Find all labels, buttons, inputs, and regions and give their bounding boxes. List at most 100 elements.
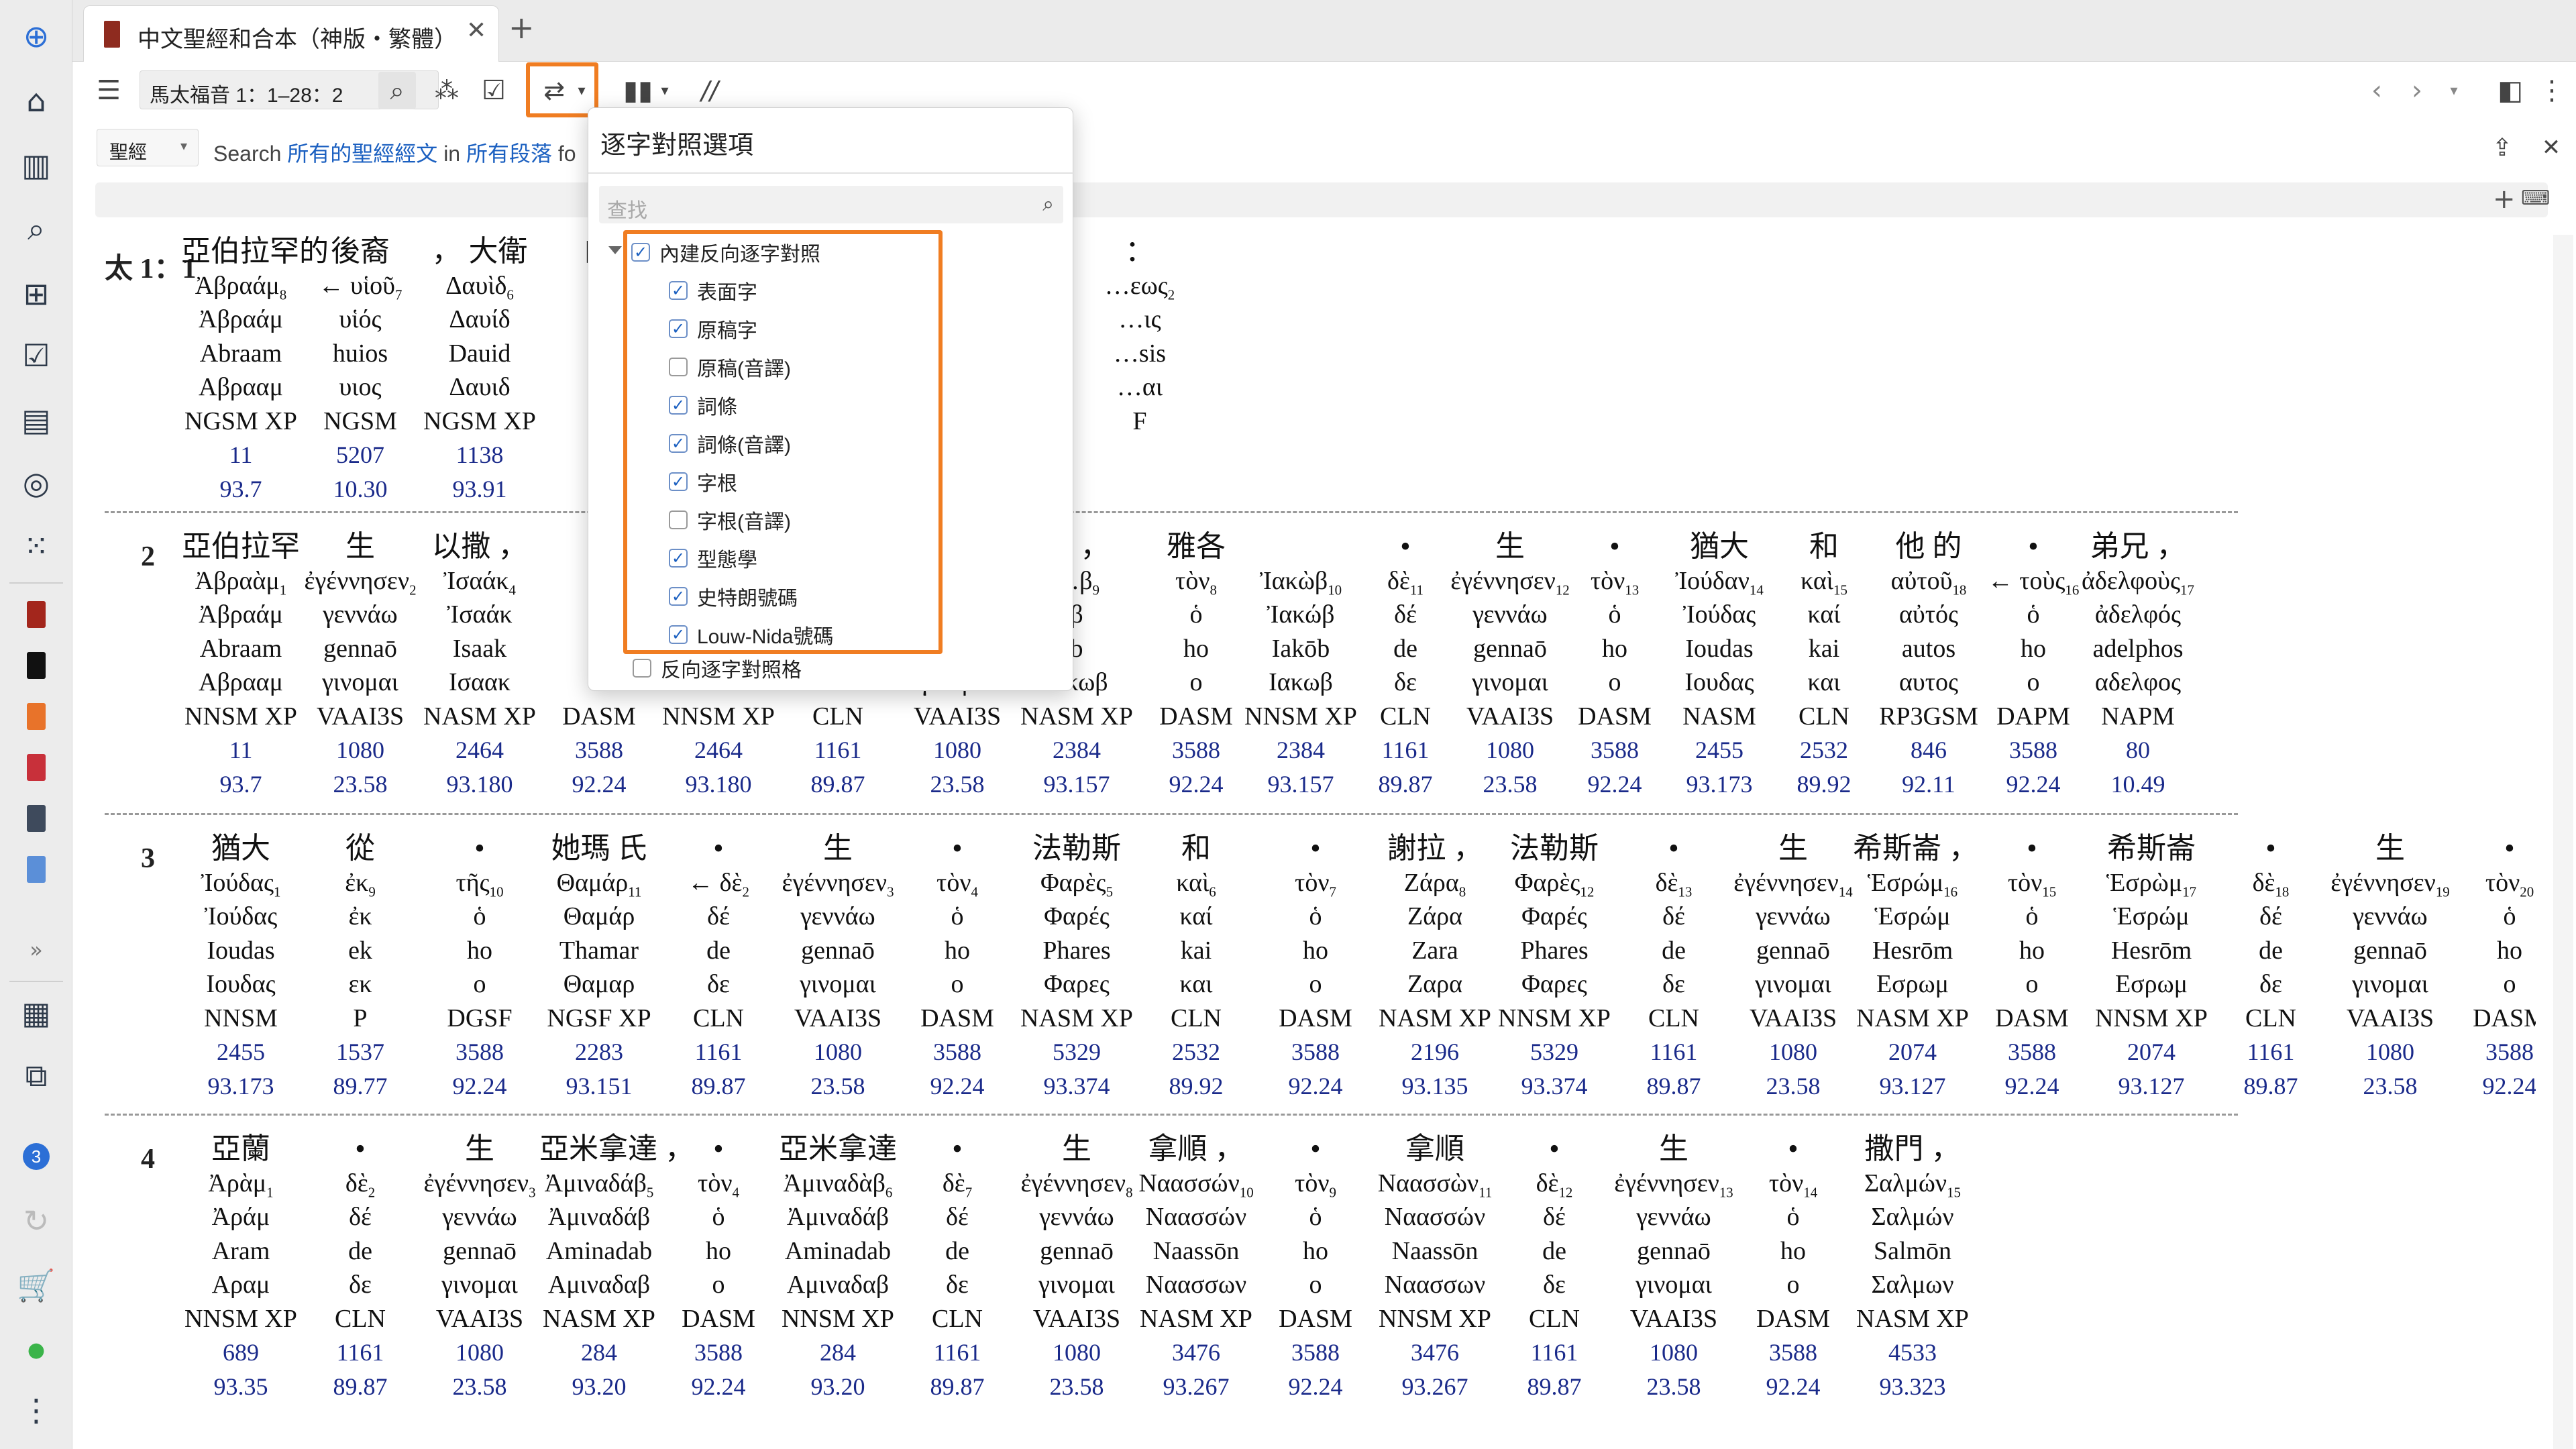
interlinear-word[interactable]: 生 ἐγέννησεν2 γεννάω gennaō γινομαι VAAI3S 1080… xyxy=(301,530,420,801)
user-icon[interactable]: ● xyxy=(16,1330,56,1370)
interlinear-word[interactable]: 從 ἐκ9 ἐκ ek εκ P 1537 89.77 xyxy=(301,832,420,1103)
checkbox[interactable] xyxy=(669,511,688,529)
checkbox[interactable]: ✓ xyxy=(669,281,688,300)
interlinear-word[interactable]: • τὸν14 ὁ ho ο DASM 3588 92.24 xyxy=(1733,1132,1853,1403)
interlinear-word[interactable]: • τὸν9 ὁ ho ο DASM 3588 92.24 xyxy=(1256,1132,1375,1403)
interlinear-word[interactable]: • τὸν13 ὁ ho ο DASM 3588 92.24 xyxy=(1555,530,1674,801)
interlinear-word[interactable]: • τὸν4 ὁ ho ο DASM 3588 92.24 xyxy=(898,832,1017,1103)
interlinear-word[interactable]: ， 大衛 Δαυὶδ6 Δαυίδ Dauid Δαυιδ NGSM XP 1138 93.9… xyxy=(420,235,539,506)
interlinear-word[interactable]: 生 ἐγέννησεν12 γεννάω gennaō γινομαι VAAI3S 108… xyxy=(1450,530,1570,801)
add-tab-icon[interactable]: + xyxy=(508,9,535,46)
search-icon[interactable]: ⌕ xyxy=(16,209,56,250)
interlinear-word[interactable]: 猶大 Ἰούδας1 Ἰούδας Ioudas Ιουδας NNSM 2455 93.17… xyxy=(181,832,301,1103)
panel-menu-icon[interactable]: ☰ xyxy=(91,72,126,109)
interlinear-word[interactable]: • τὸν4 ὁ ho ο DASM 3588 92.24 xyxy=(659,1132,778,1403)
parallel-columns-icon[interactable]: ▮▮ xyxy=(621,72,655,109)
command-bar[interactable]: + ⌨ xyxy=(95,182,2550,217)
resource-book-icon[interactable] xyxy=(27,754,46,781)
scope-link[interactable]: 所有的聖經經文 xyxy=(287,142,437,166)
interlinear-word[interactable]: 後裔 ← υἱοῦ7 υἱός huios υιος NGSM 5207 10.30 xyxy=(301,235,420,506)
option-item[interactable]: ✓ 表面字 xyxy=(669,274,757,307)
cart-icon[interactable]: 🛒 xyxy=(16,1265,56,1305)
option-item[interactable]: ✓ 字根 xyxy=(669,465,737,498)
option-item[interactable]: ✓ 詞條(音譯) xyxy=(669,427,791,460)
expand-sidebar-icon[interactable]: » xyxy=(16,930,56,970)
section-link[interactable]: 所有段落 xyxy=(466,142,552,166)
more-vertical-icon[interactable]: ⋮ xyxy=(16,1390,56,1430)
split-panel-icon[interactable]: ◧ xyxy=(2491,72,2529,109)
checkbox[interactable]: ✓ xyxy=(669,625,688,644)
verse-number[interactable]: 2 xyxy=(141,541,155,573)
add-icon[interactable]: + xyxy=(2493,184,2516,215)
interlinear-word[interactable]: • τὸν7 ὁ ho ο DASM 3588 92.24 xyxy=(1256,832,1375,1103)
bible-scope-dropdown[interactable]: 聖經 ▾ xyxy=(97,129,199,166)
interlinear-word[interactable]: 生 ἐγέννησεν14 γεννάω gennaō γινομαι VAAI3S 108… xyxy=(1733,832,1853,1103)
checkbox[interactable] xyxy=(633,659,651,678)
interlinear-word[interactable]: 亞蘭 Ἀρὰμ1 Ἀράμ Aram Αραμ NNSM XP 689 93.35 xyxy=(181,1132,301,1403)
interlinear-word[interactable]: 法勒斯 Φαρὲς5 Φαρές Phares Φαρες NASM XP 5329 93.3… xyxy=(1017,832,1136,1103)
checkbox[interactable]: ✓ xyxy=(669,587,688,606)
option-reverse-grid[interactable]: 反向逐字對照格 xyxy=(633,651,802,685)
interlinear-word[interactable]: • δὲ2 δέ de δε CLN 1161 89.87 xyxy=(301,1132,420,1403)
checkbox[interactable]: ✓ xyxy=(669,472,688,491)
checkbox[interactable]: ✓ xyxy=(631,243,650,262)
layout-icon[interactable]: ▦ xyxy=(16,993,56,1033)
interlinear-word[interactable]: 希斯崙 Ἑσρὼμ17 Ἑσρώμ Hesrōm Εσρωμ NNSM XP 2074 93.… xyxy=(2092,832,2211,1103)
library-icon[interactable]: ▥ xyxy=(16,145,56,185)
option-item[interactable]: ✓ 原稿字 xyxy=(669,312,757,345)
interlinear-word[interactable]: 和 καὶ15 καί kai και CLN 2532 89.92 xyxy=(1764,530,1884,801)
resource-book-icon[interactable] xyxy=(27,856,46,883)
verse-number[interactable]: 4 xyxy=(141,1143,155,1175)
apps-grid-icon[interactable]: ⁙ xyxy=(16,526,56,566)
more-vertical-icon[interactable]: ⋮ xyxy=(2538,72,2565,109)
interlinear-word[interactable]: 生 ἐγέννησεν19 γεννάω gennaō γινομαι VAAI3S 108… xyxy=(2330,832,2450,1103)
interlinear-word[interactable]: 猶大 Ἰούδαν14 Ἰούδας Ioudas Ιουδας NASM 2455 93.1… xyxy=(1660,530,1779,801)
interlinear-word[interactable]: 撒門 ， Σαλμών15 Σαλμών Salmōn Σαλμων NASM XP 453… xyxy=(1853,1132,1972,1403)
option-item[interactable]: ✓ 內建反向逐字對照 xyxy=(631,235,820,269)
tab-bible[interactable]: 中文聖經和合本（神版・繁體） ✕ xyxy=(83,5,499,62)
logos-app-icon[interactable]: ⊕ xyxy=(16,16,56,56)
interlinear-word[interactable]: 生 ἐγέννησεν13 γεννάω gennaō γινομαι VAAI3S 108… xyxy=(1614,1132,1733,1403)
checkbox[interactable]: ✓ xyxy=(669,319,688,338)
checklist-icon[interactable]: ☑ xyxy=(475,72,513,109)
interlinear-word[interactable]: • ← τοὺς16 ὁ ho ο DAPM 3588 92.24 xyxy=(1974,530,2093,801)
forward-arrow-icon[interactable]: › xyxy=(2400,72,2434,109)
interlinear-word[interactable]: ： …εως2 …ις …sis …αι F xyxy=(1080,235,1199,506)
add-document-icon[interactable]: ⊞ xyxy=(16,274,56,314)
interlinear-word[interactable]: 亞伯拉罕的 Ἀβραάμ8 Ἀβραάμ Abraam Αβρααμ NGSM XP 11 9… xyxy=(181,235,329,506)
close-all-icon[interactable]: ⧉ xyxy=(16,1056,56,1096)
interlinear-word[interactable]: 謝拉 ， Ζάρα8 Ζάρα Zara Ζαρα NASM XP 2196 93.135 xyxy=(1375,832,1495,1103)
home-icon[interactable]: ⌂ xyxy=(16,80,56,121)
interlinear-word[interactable]: 法勒斯 Φαρὲς12 Φαρές Phares Φαρες NNSM XP 5329 93.… xyxy=(1495,832,1614,1103)
parallel-passages-icon[interactable]: // xyxy=(691,72,729,109)
interlinear-word[interactable]: 亞伯拉罕 Ἀβραὰμ1 Ἀβραάμ Abraam Αβρααμ NNSM XP 11 93… xyxy=(181,530,301,801)
visual-filter-icon[interactable]: ⁂ xyxy=(428,72,466,109)
resource-book-icon[interactable] xyxy=(27,601,46,628)
close-icon[interactable]: ✕ xyxy=(2534,129,2568,166)
close-icon[interactable]: ✕ xyxy=(466,17,486,44)
option-item[interactable]: ✓ 史特朗號碼 xyxy=(669,580,798,613)
interlinear-word[interactable]: 亞米拿達 Ἀμιναδὰβ6 Ἀμιναδάβ Aminadab Αμιναδαβ NNS… xyxy=(778,1132,898,1403)
interlinear-word[interactable]: 以撒 ， Ἰσαάκ4 Ἰσαάκ Isaak Ισαακ NASM XP 2464 93.1… xyxy=(420,530,539,801)
checkbox[interactable]: ✓ xyxy=(669,396,688,415)
checkbox[interactable]: ✓ xyxy=(669,549,688,568)
interlinear-word[interactable]: 拿順 ， Ναασσών10 Ναασσών Naassōn Ναασσων NASM X… xyxy=(1136,1132,1256,1403)
chevron-down-icon[interactable]: ▾ xyxy=(2440,72,2467,109)
interlinear-word[interactable]: • δὲ13 δέ de δε CLN 1161 89.87 xyxy=(1614,832,1733,1103)
verse-number[interactable]: 3 xyxy=(141,843,155,875)
checkbox[interactable]: ✓ xyxy=(669,434,688,453)
sync-icon[interactable]: ↻ xyxy=(16,1201,56,1241)
interlinear-word[interactable]: 她瑪 氏 Θαμάρ11 Θαμάρ Thamar Θαμαρ NGSF XP 2283 93… xyxy=(539,832,659,1103)
interlinear-word[interactable]: • τὸν15 ὁ ho ο DASM 3588 92.24 xyxy=(1972,832,2092,1103)
vertical-scrollbar[interactable] xyxy=(2553,235,2573,1449)
option-item[interactable]: ✓ 型態學 xyxy=(669,541,757,575)
layers-icon[interactable]: ◎ xyxy=(16,463,56,503)
chevron-down-icon[interactable]: ▾ xyxy=(655,72,675,109)
interlinear-word[interactable]: 希斯崙 ， Ἑσρώμ16 Ἑσρώμ Hesrōm Εσρωμ NASM XP 2074 9… xyxy=(1853,832,1978,1103)
option-item[interactable]: 原稿(音譯) xyxy=(669,350,791,384)
interlinear-word[interactable]: 亞米拿達 ， Ἀμιναδάβ5 Ἀμιναδάβ Aminadab Αμιναδαβ N… xyxy=(539,1132,694,1403)
back-arrow-icon[interactable]: ‹ xyxy=(2360,72,2394,109)
interlinear-word[interactable]: 生 ἐγέννησεν8 γεννάω gennaō γινομαι VAAI3S 1080… xyxy=(1017,1132,1136,1403)
collapse-caret-icon[interactable] xyxy=(608,246,622,254)
checkbox[interactable] xyxy=(669,358,688,376)
